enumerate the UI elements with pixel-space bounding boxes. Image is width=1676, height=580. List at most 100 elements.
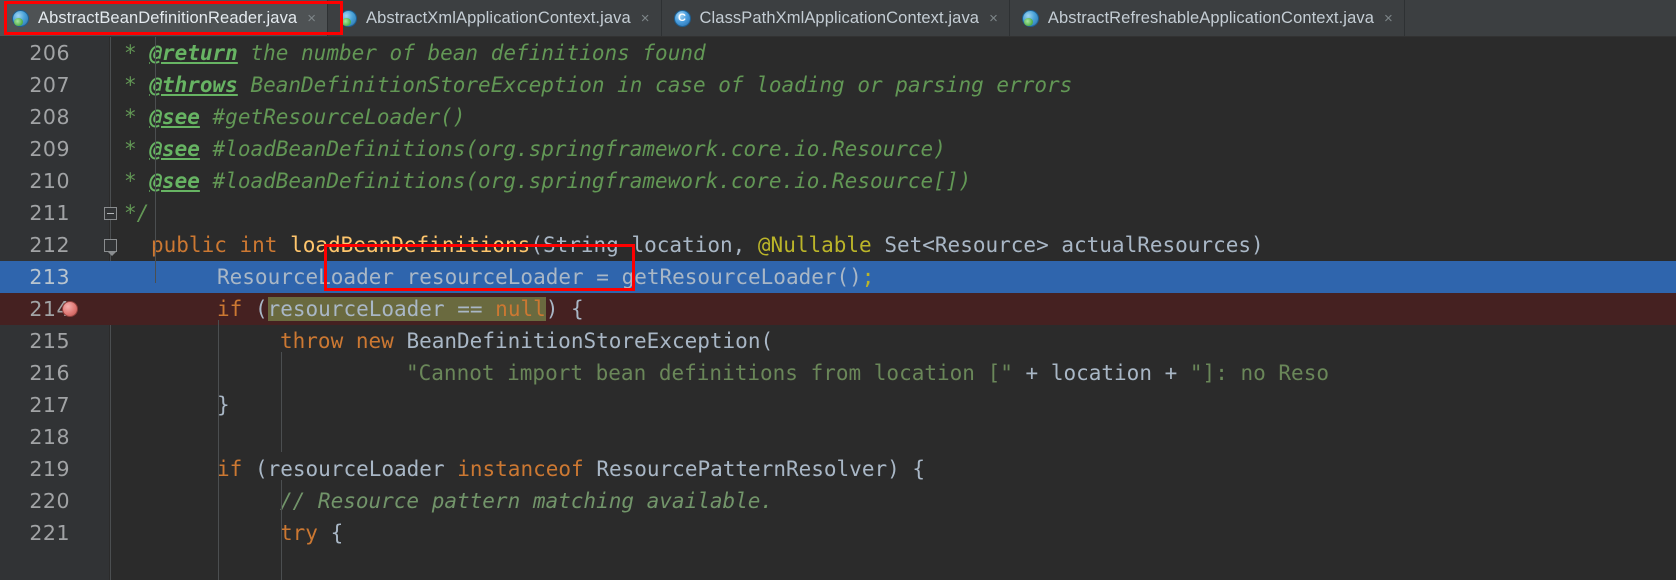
token-paren-close: ) { [545,297,584,321]
code-editor[interactable]: 206 * @return the number of bean definit… [0,37,1676,580]
indent-guide [155,37,156,283]
abstract-class-icon [12,9,29,27]
token-tag-see: @see [149,105,200,129]
abstract-class-icon [1021,9,1039,27]
editor-tab-bar: AbstractBeanDefinitionReader.java × Abst… [0,0,1676,37]
token-variable-location: location [1050,361,1152,385]
line-content: if (resourceLoader instanceof ResourcePa… [217,453,925,485]
code-line[interactable]: 211 */ [0,197,1676,229]
line-number: 219 [29,457,70,481]
line-number: 221 [29,521,70,545]
code-line[interactable]: 221 try { [0,517,1676,549]
code-line[interactable]: 212 public int loadBeanDefinitions(Strin… [0,229,1676,261]
line-content: ResourceLoader resourceLoader = getResou… [217,261,874,293]
tab-label: ClassPathXmlApplicationContext.java [699,8,980,27]
token-doc-text: #getResourceLoader() [199,105,466,129]
fold-region-end-icon[interactable] [104,239,117,256]
line-number: 218 [29,425,70,449]
token-match-highlight: resourceLoader == null [267,297,546,321]
line-content: throw new BeanDefinitionStoreException( [280,325,773,357]
token-brace-open: { [317,521,344,545]
token-doc-star: * [124,169,137,193]
indent-guide [281,480,282,580]
close-icon[interactable]: × [641,11,650,26]
token-doc-text: #loadBeanDefinitions(org.springframework… [199,137,946,161]
code-line-selected[interactable]: 213 ResourceLoader resourceLoader = getR… [0,261,1676,293]
tab-class-path-xml-application-context[interactable]: C ClassPathXmlApplicationContext.java × [661,0,1010,36]
code-line[interactable]: 217 } [0,389,1676,421]
token-signature-params-b: Set<Resource> actualResources) [871,233,1264,257]
token-keyword-public: public [151,233,227,257]
token-doc-star: * [124,73,137,97]
code-line[interactable]: 220 // Resource pattern matching availab… [0,485,1676,517]
line-number: 216 [29,361,70,385]
code-line[interactable]: 210 * @see #loadBeanDefinitions(org.spri… [0,165,1676,197]
code-line[interactable]: 206 * @return the number of bean definit… [0,37,1676,69]
line-number: 217 [29,393,70,417]
token-method-name[interactable]: loadBeanDefinitions [290,233,530,257]
close-icon[interactable]: × [989,11,998,26]
token-condition-b: ResourcePatternResolver) { [583,457,926,481]
code-line[interactable]: 216 "Cannot import bean definitions from… [0,357,1676,389]
token-string-literal: "Cannot import bean definitions from loc… [406,361,1013,385]
tab-abstract-bean-definition-reader[interactable]: AbstractBeanDefinitionReader.java × [0,0,328,36]
fold-collapse-icon[interactable] [104,207,117,220]
token-doc-end: */ [124,201,150,225]
token-condition-a: (resourceLoader [242,457,458,481]
line-content: * @return the number of bean definitions… [124,37,706,69]
token-statement: ResourceLoader resourceLoader = getResou… [217,265,862,289]
tab-label: AbstractRefreshableApplicationContext.ja… [1047,8,1374,27]
code-lines: 206 * @return the number of bean definit… [0,37,1676,549]
line-content: // Resource pattern matching available. [280,485,773,517]
close-icon[interactable]: × [307,11,316,26]
breakpoint-icon[interactable] [62,301,78,317]
line-number: 207 [29,73,70,97]
indent-guide [218,320,219,580]
code-line[interactable]: 218 [0,421,1676,453]
line-content: * @throws BeanDefinitionStoreException i… [124,69,1072,101]
line-number: 213 [29,265,70,289]
line-content: try { [280,517,343,549]
token-doc-text: BeanDefinitionStoreException in case of … [237,73,1073,97]
token-doc-star: * [124,105,137,129]
line-content: * @see #loadBeanDefinitions(org.springfr… [124,133,946,165]
token-keyword-new: new [355,329,394,353]
close-icon[interactable]: × [1384,11,1393,26]
code-line[interactable]: 215 throw new BeanDefinitionStoreExcepti… [0,325,1676,357]
line-number: 206 [29,41,70,65]
code-line[interactable]: 207 * @throws BeanDefinitionStoreExcepti… [0,69,1676,101]
token-keyword-null: null [495,297,546,321]
token-keyword-if: if [217,297,243,321]
token-doc-star: * [124,41,137,65]
abstract-class-icon [339,9,357,27]
line-number: 214 [29,297,70,321]
token-tag-return: @return [149,41,238,65]
code-line-breakpoint[interactable]: 214 if (resourceLoader == null) { [0,293,1676,325]
line-content: if (resourceLoader == null) { [217,293,584,325]
code-line[interactable]: 209 * @see #loadBeanDefinitions(org.spri… [0,133,1676,165]
token-paren-open: ( [242,297,268,321]
code-line[interactable]: 219 if (resourceLoader instanceof Resour… [0,453,1676,485]
token-string-literal: "]: no Reso [1189,361,1329,385]
token-keyword-throw: throw [280,329,344,353]
tab-abstract-refreshable-application-context[interactable]: AbstractRefreshableApplicationContext.ja… [1009,0,1405,36]
line-content: "Cannot import bean definitions from loc… [406,357,1329,389]
token-annotation-nullable: @Nullable [757,233,872,257]
token-keyword-if: if [217,457,243,481]
token-keyword-int: int [239,233,278,257]
token-signature-params-a: (String location, [530,233,758,257]
token-line-comment: // Resource pattern matching available. [280,489,774,513]
class-icon: C [673,9,691,27]
tab-abstract-xml-application-context[interactable]: AbstractXmlApplicationContext.java × [327,0,662,36]
indent-guide [281,352,282,452]
code-line[interactable]: 208 * @see #getResourceLoader() [0,101,1676,133]
token-exception-type: BeanDefinitionStoreException( [393,329,774,353]
token-keyword-instanceof: instanceof [457,457,584,481]
token-doc-text: #loadBeanDefinitions(org.springframework… [199,169,972,193]
